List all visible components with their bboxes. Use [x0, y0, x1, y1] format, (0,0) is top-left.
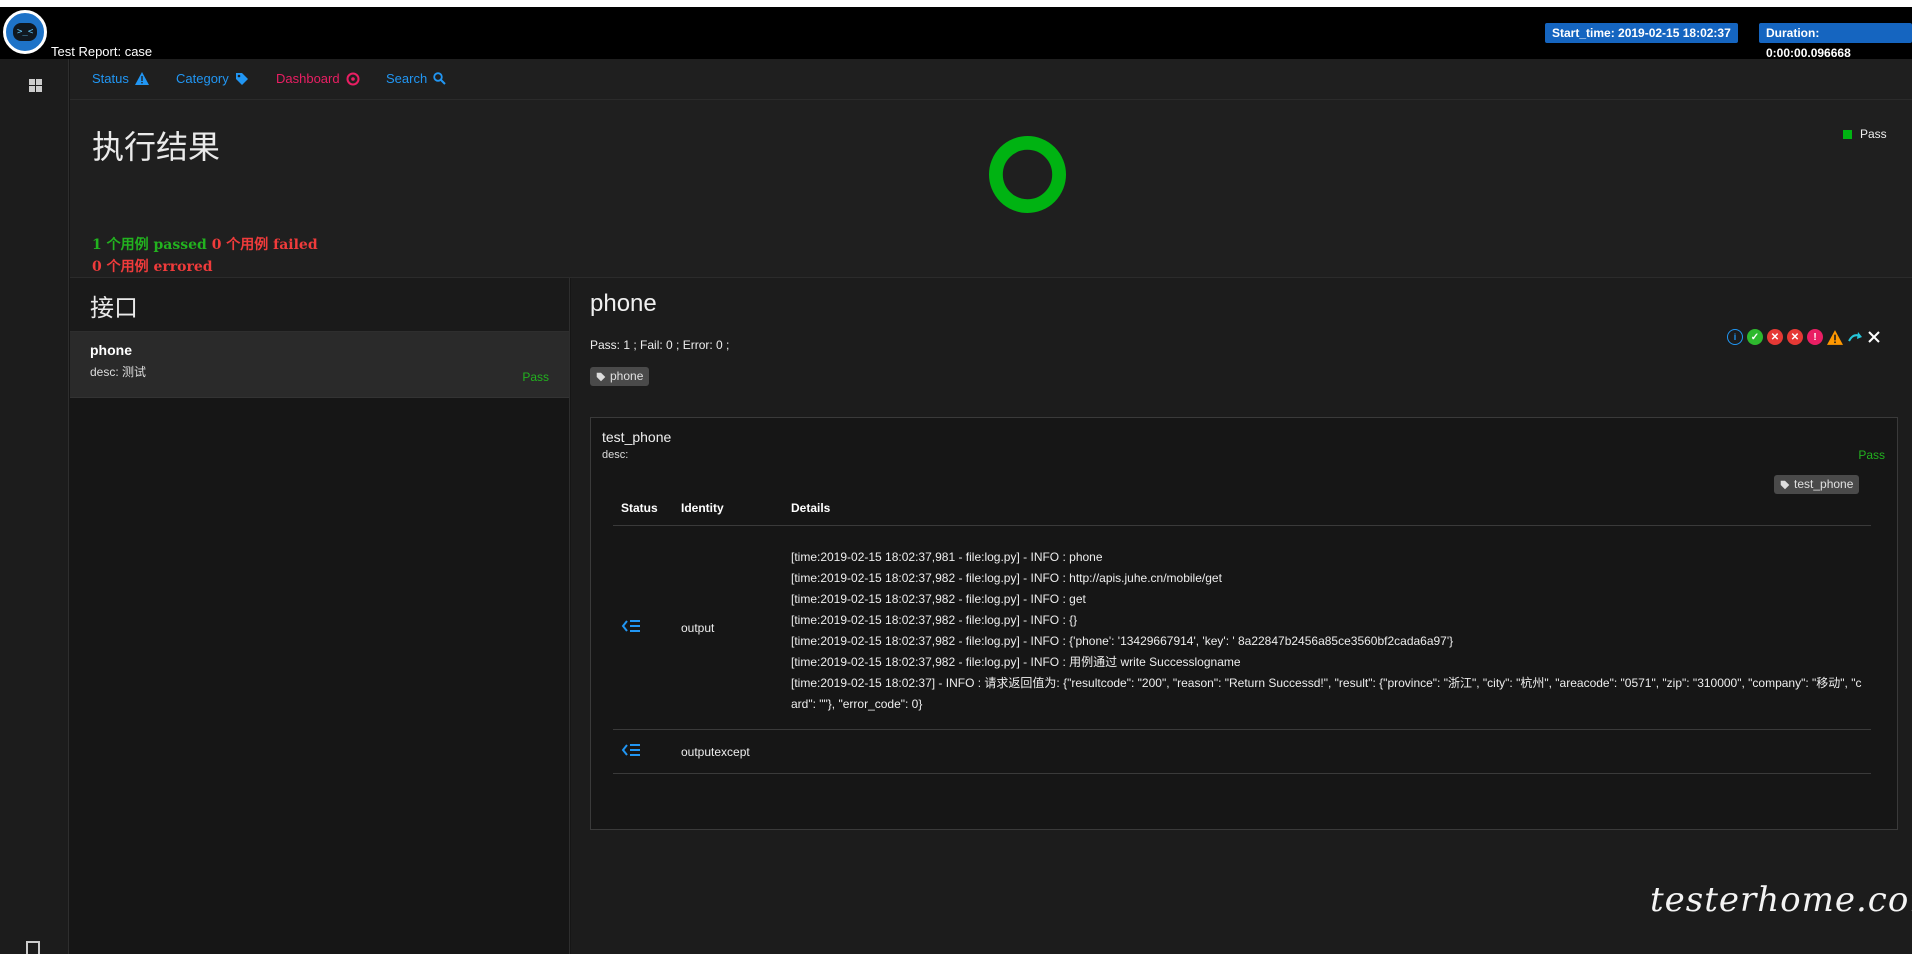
top-nav: Status Category Dashboard Search — [70, 59, 1912, 100]
test-node-card: test_phone desc: Pass test_phone Status … — [590, 417, 1898, 830]
filter-toolbar: i ✓ ✕ ✕ ! — [1727, 329, 1881, 345]
log-table: Status Identity Details output [time:201… — [613, 491, 1871, 774]
log-output-icon[interactable] — [621, 743, 641, 757]
list-item[interactable]: phone desc: 测试 Pass — [70, 332, 569, 398]
nav-category[interactable]: Category — [176, 71, 249, 86]
speedometer-icon — [346, 72, 360, 85]
suite-list-heading: 接口 — [70, 278, 569, 332]
close-icon[interactable] — [1867, 330, 1881, 344]
side-nav — [0, 59, 69, 954]
error-exclamation-icon[interactable]: ! — [1807, 329, 1823, 345]
node-status: Pass — [1858, 448, 1885, 462]
identity-cell: outputexcept — [673, 729, 783, 774]
duration-badge: Duration: 0:00:00.096668 — [1759, 23, 1912, 60]
nav-category-label: Category — [176, 71, 229, 86]
details-cell: [time:2019-02-15 18:02:37,981 - file:log… — [783, 525, 1871, 730]
case-status: Pass — [522, 370, 549, 384]
info-icon[interactable]: i — [1727, 329, 1743, 345]
node-name: test_phone — [602, 429, 672, 445]
dashboard-panel: 执行结果 Pass 1 个用例 passed 0 个用例 failed 0 个用… — [70, 100, 1912, 278]
dashboard-title: 执行结果 — [92, 128, 221, 166]
failed-count: 0 个用例 failed — [211, 237, 318, 253]
log-line: [time:2019-02-15 18:02:37,982 - file:log… — [791, 633, 1454, 648]
dashboard-grid-icon[interactable] — [29, 79, 42, 92]
suite-list-panel: 接口 phone desc: 测试 Pass — [70, 278, 570, 954]
header-bar: >_< Test Report: case Start_time: 2019-0… — [0, 7, 1912, 60]
donut-slice-pass[interactable] — [988, 135, 1067, 214]
warning-triangle-icon — [134, 72, 149, 85]
report-title: Test Report: case — [51, 44, 153, 59]
case-desc: desc: 测试 — [90, 365, 147, 379]
col-details: Details — [783, 491, 1871, 526]
nav-search-label: Search — [386, 71, 428, 86]
errored-count: 0 个用例 errored — [92, 259, 213, 275]
tag-icon — [235, 72, 248, 85]
legend-label: Pass — [1860, 127, 1887, 141]
fail-x-icon[interactable]: ✕ — [1767, 329, 1783, 345]
top-strip — [0, 0, 1912, 7]
tag-icon — [1780, 480, 1790, 489]
test-title: phone — [590, 290, 657, 317]
summary-stats: 1 个用例 passed 0 个用例 failed 0 个用例 errored — [92, 234, 318, 278]
log-output-icon[interactable] — [621, 619, 641, 633]
warning-icon[interactable] — [1827, 329, 1843, 345]
log-line: [time:2019-02-15 18:02:37] - INFO : 请求返回… — [791, 675, 1862, 711]
status-cell — [613, 729, 673, 774]
identity-cell: output — [673, 525, 783, 730]
log-line: [time:2019-02-15 18:02:37,982 - file:log… — [791, 612, 1078, 627]
nav-status[interactable]: Status — [92, 71, 149, 86]
watermark: testerhome.com — [1650, 880, 1912, 920]
skip-arrow-icon[interactable] — [1847, 330, 1863, 344]
node-desc: desc: — [602, 449, 629, 461]
result-donut-chart — [988, 135, 1067, 214]
category-tag[interactable]: phone — [590, 367, 650, 386]
check-icon[interactable]: ✓ — [1747, 329, 1763, 345]
nav-dashboard[interactable]: Dashboard — [276, 71, 360, 86]
category-tag-label: phone — [610, 369, 644, 383]
nav-status-label: Status — [92, 71, 129, 86]
log-line: [time:2019-02-15 18:02:37,982 - file:log… — [791, 591, 1086, 606]
table-row: output [time:2019-02-15 18:02:37,981 - f… — [613, 525, 1871, 730]
chart-legend[interactable]: Pass — [1843, 127, 1887, 141]
passed-count: 1 个用例 passed — [92, 237, 207, 253]
test-stats: Pass: 1 ; Fail: 0 ; Error: 0 ; — [590, 338, 730, 352]
table-row: outputexcept — [613, 729, 1871, 774]
search-icon — [433, 72, 446, 85]
fatal-x-icon[interactable]: ✕ — [1787, 329, 1803, 345]
nav-dashboard-label: Dashboard — [276, 71, 340, 86]
test-detail-panel: phone Pass: 1 ; Fail: 0 ; Error: 0 ; pho… — [571, 278, 1912, 954]
nav-search[interactable]: Search — [386, 71, 446, 86]
tag-icon — [596, 372, 606, 381]
log-line: [time:2019-02-15 18:02:37,982 - file:log… — [791, 654, 1241, 669]
case-name: phone — [90, 342, 132, 358]
col-identity: Identity — [673, 491, 783, 526]
log-line: [time:2019-02-15 18:02:37,982 - file:log… — [791, 570, 1222, 585]
col-status: Status — [613, 491, 673, 526]
start-time-badge: Start_time: 2019-02-15 18:02:37 — [1545, 23, 1738, 43]
legend-swatch — [1843, 129, 1852, 139]
side-bottom-icon[interactable] — [26, 941, 40, 954]
robot-logo-icon: >_< — [3, 10, 47, 54]
details-cell — [783, 729, 1871, 774]
status-cell — [613, 525, 673, 730]
log-line: [time:2019-02-15 18:02:37,981 - file:log… — [791, 549, 1103, 564]
